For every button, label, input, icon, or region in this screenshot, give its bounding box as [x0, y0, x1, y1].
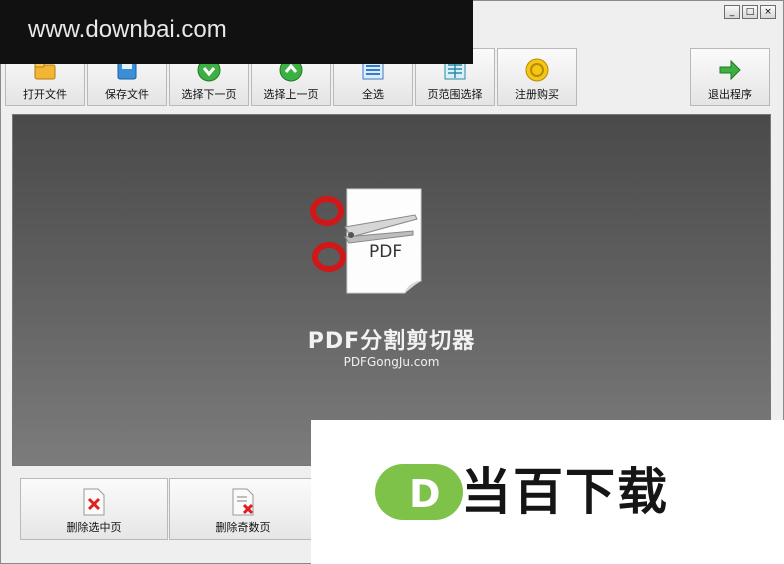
exit-button[interactable]: 退出程序 — [690, 48, 770, 106]
delete-selected-label: 删除选中页 — [66, 521, 122, 534]
close-button[interactable]: × — [760, 5, 776, 19]
register-icon — [525, 58, 549, 82]
delete-odd-button[interactable]: 删除奇数页 — [169, 478, 317, 540]
delete-selected-icon — [83, 488, 105, 516]
delete-odd-label: 删除奇数页 — [215, 521, 271, 534]
watermark-top: www.downbai.com — [0, 0, 473, 64]
logo-pdf-text: PDF — [369, 242, 402, 262]
maximize-button[interactable]: □ — [742, 5, 758, 19]
register-label: 注册购买 — [515, 88, 559, 101]
next-page-label: 选择下一页 — [181, 88, 237, 101]
exit-label: 退出程序 — [708, 88, 752, 101]
minimize-button[interactable]: _ — [724, 5, 740, 19]
app-title: PDF分割剪切器 — [307, 329, 476, 354]
select-all-label: 全选 — [362, 88, 384, 101]
watermark-bottom: D 当百下载 — [311, 420, 784, 564]
page-range-label: 页范围选择 — [427, 88, 483, 101]
downbai-logo-icon: D — [375, 464, 463, 520]
save-file-label: 保存文件 — [105, 88, 149, 101]
app-url: PDFGongJu.com — [343, 355, 440, 369]
delete-odd-icon — [232, 488, 254, 516]
register-button[interactable]: 注册购买 — [497, 48, 577, 106]
exit-icon — [719, 59, 741, 81]
window-controls: _ □ × — [724, 5, 776, 19]
document-view-area[interactable]: PDF PDF分割剪切器 PDFGongJu.com — [12, 114, 771, 466]
prev-page-label: 选择上一页 — [263, 88, 319, 101]
delete-selected-button[interactable]: 删除选中页 — [20, 478, 168, 540]
open-file-label: 打开文件 — [23, 88, 67, 101]
logo-letter: D — [409, 472, 441, 516]
pdf-scissors-logo-icon: PDF — [310, 188, 422, 294]
watermark-bottom-text: 当百下载 — [461, 463, 669, 521]
